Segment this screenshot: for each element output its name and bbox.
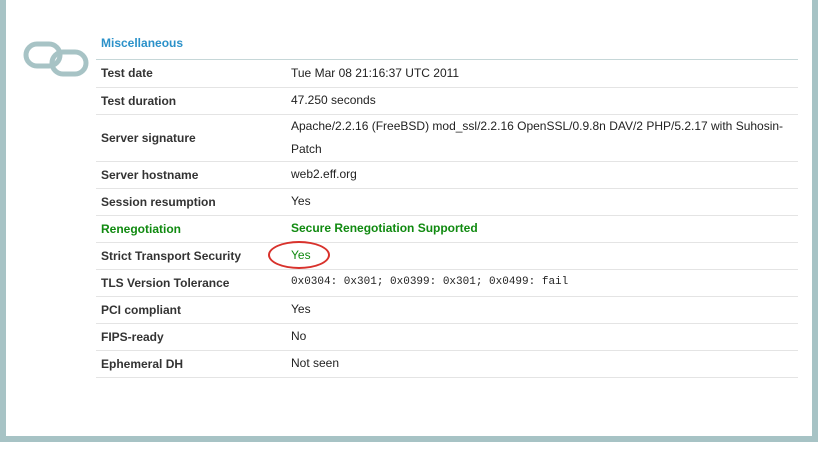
row-value: Apache/2.2.16 (FreeBSD) mod_ssl/2.2.16 O… (291, 114, 798, 162)
row-value: Tue Mar 08 21:16:37 UTC 2011 (291, 60, 798, 88)
table-row: Server signature Apache/2.2.16 (FreeBSD)… (96, 114, 798, 162)
table-row: FIPS-ready No (96, 323, 798, 351)
table-row: TLS Version Tolerance 0x0304: 0x301; 0x0… (96, 269, 798, 297)
section-title: Miscellaneous (101, 36, 184, 50)
row-value: 47.250 seconds (291, 87, 798, 115)
row-label: Test date (96, 60, 291, 88)
table-row: PCI compliant Yes (96, 296, 798, 324)
row-label: Server signature (96, 114, 291, 162)
row-value: Yes (291, 242, 798, 270)
table-row: Server hostname web2.eff.org (96, 161, 798, 189)
row-label: Ephemeral DH (96, 350, 291, 378)
row-label: PCI compliant (96, 296, 291, 324)
table-row: Test date Tue Mar 08 21:16:37 UTC 2011 (96, 60, 798, 88)
table-row: Test duration 47.250 seconds (96, 87, 798, 115)
row-label: Renegotiation (96, 215, 291, 243)
row-label: TLS Version Tolerance (96, 269, 291, 297)
row-value: Yes (291, 296, 798, 324)
table-row: Session resumption Yes (96, 188, 798, 216)
row-value: web2.eff.org (291, 161, 798, 189)
row-label: FIPS-ready (96, 323, 291, 351)
table-row: Ephemeral DH Not seen (96, 350, 798, 378)
row-value: Not seen (291, 350, 798, 378)
table-row: Renegotiation Secure Renegotiation Suppo… (96, 215, 798, 243)
row-label: Session resumption (96, 188, 291, 216)
row-label: Strict Transport Security (96, 242, 291, 270)
row-value: 0x0304: 0x301; 0x0399: 0x301; 0x0499: fa… (291, 269, 798, 297)
row-label: Server hostname (96, 161, 291, 189)
table-row: Strict Transport Security Yes (96, 242, 798, 270)
row-value: Secure Renegotiation Supported (291, 215, 798, 243)
chain-link-icon (23, 41, 89, 77)
hsts-value: Yes (291, 248, 311, 262)
row-value: Yes (291, 188, 798, 216)
row-value: No (291, 323, 798, 351)
row-label: Test duration (96, 87, 291, 115)
info-table: Test date Tue Mar 08 21:16:37 UTC 2011 T… (96, 60, 798, 378)
